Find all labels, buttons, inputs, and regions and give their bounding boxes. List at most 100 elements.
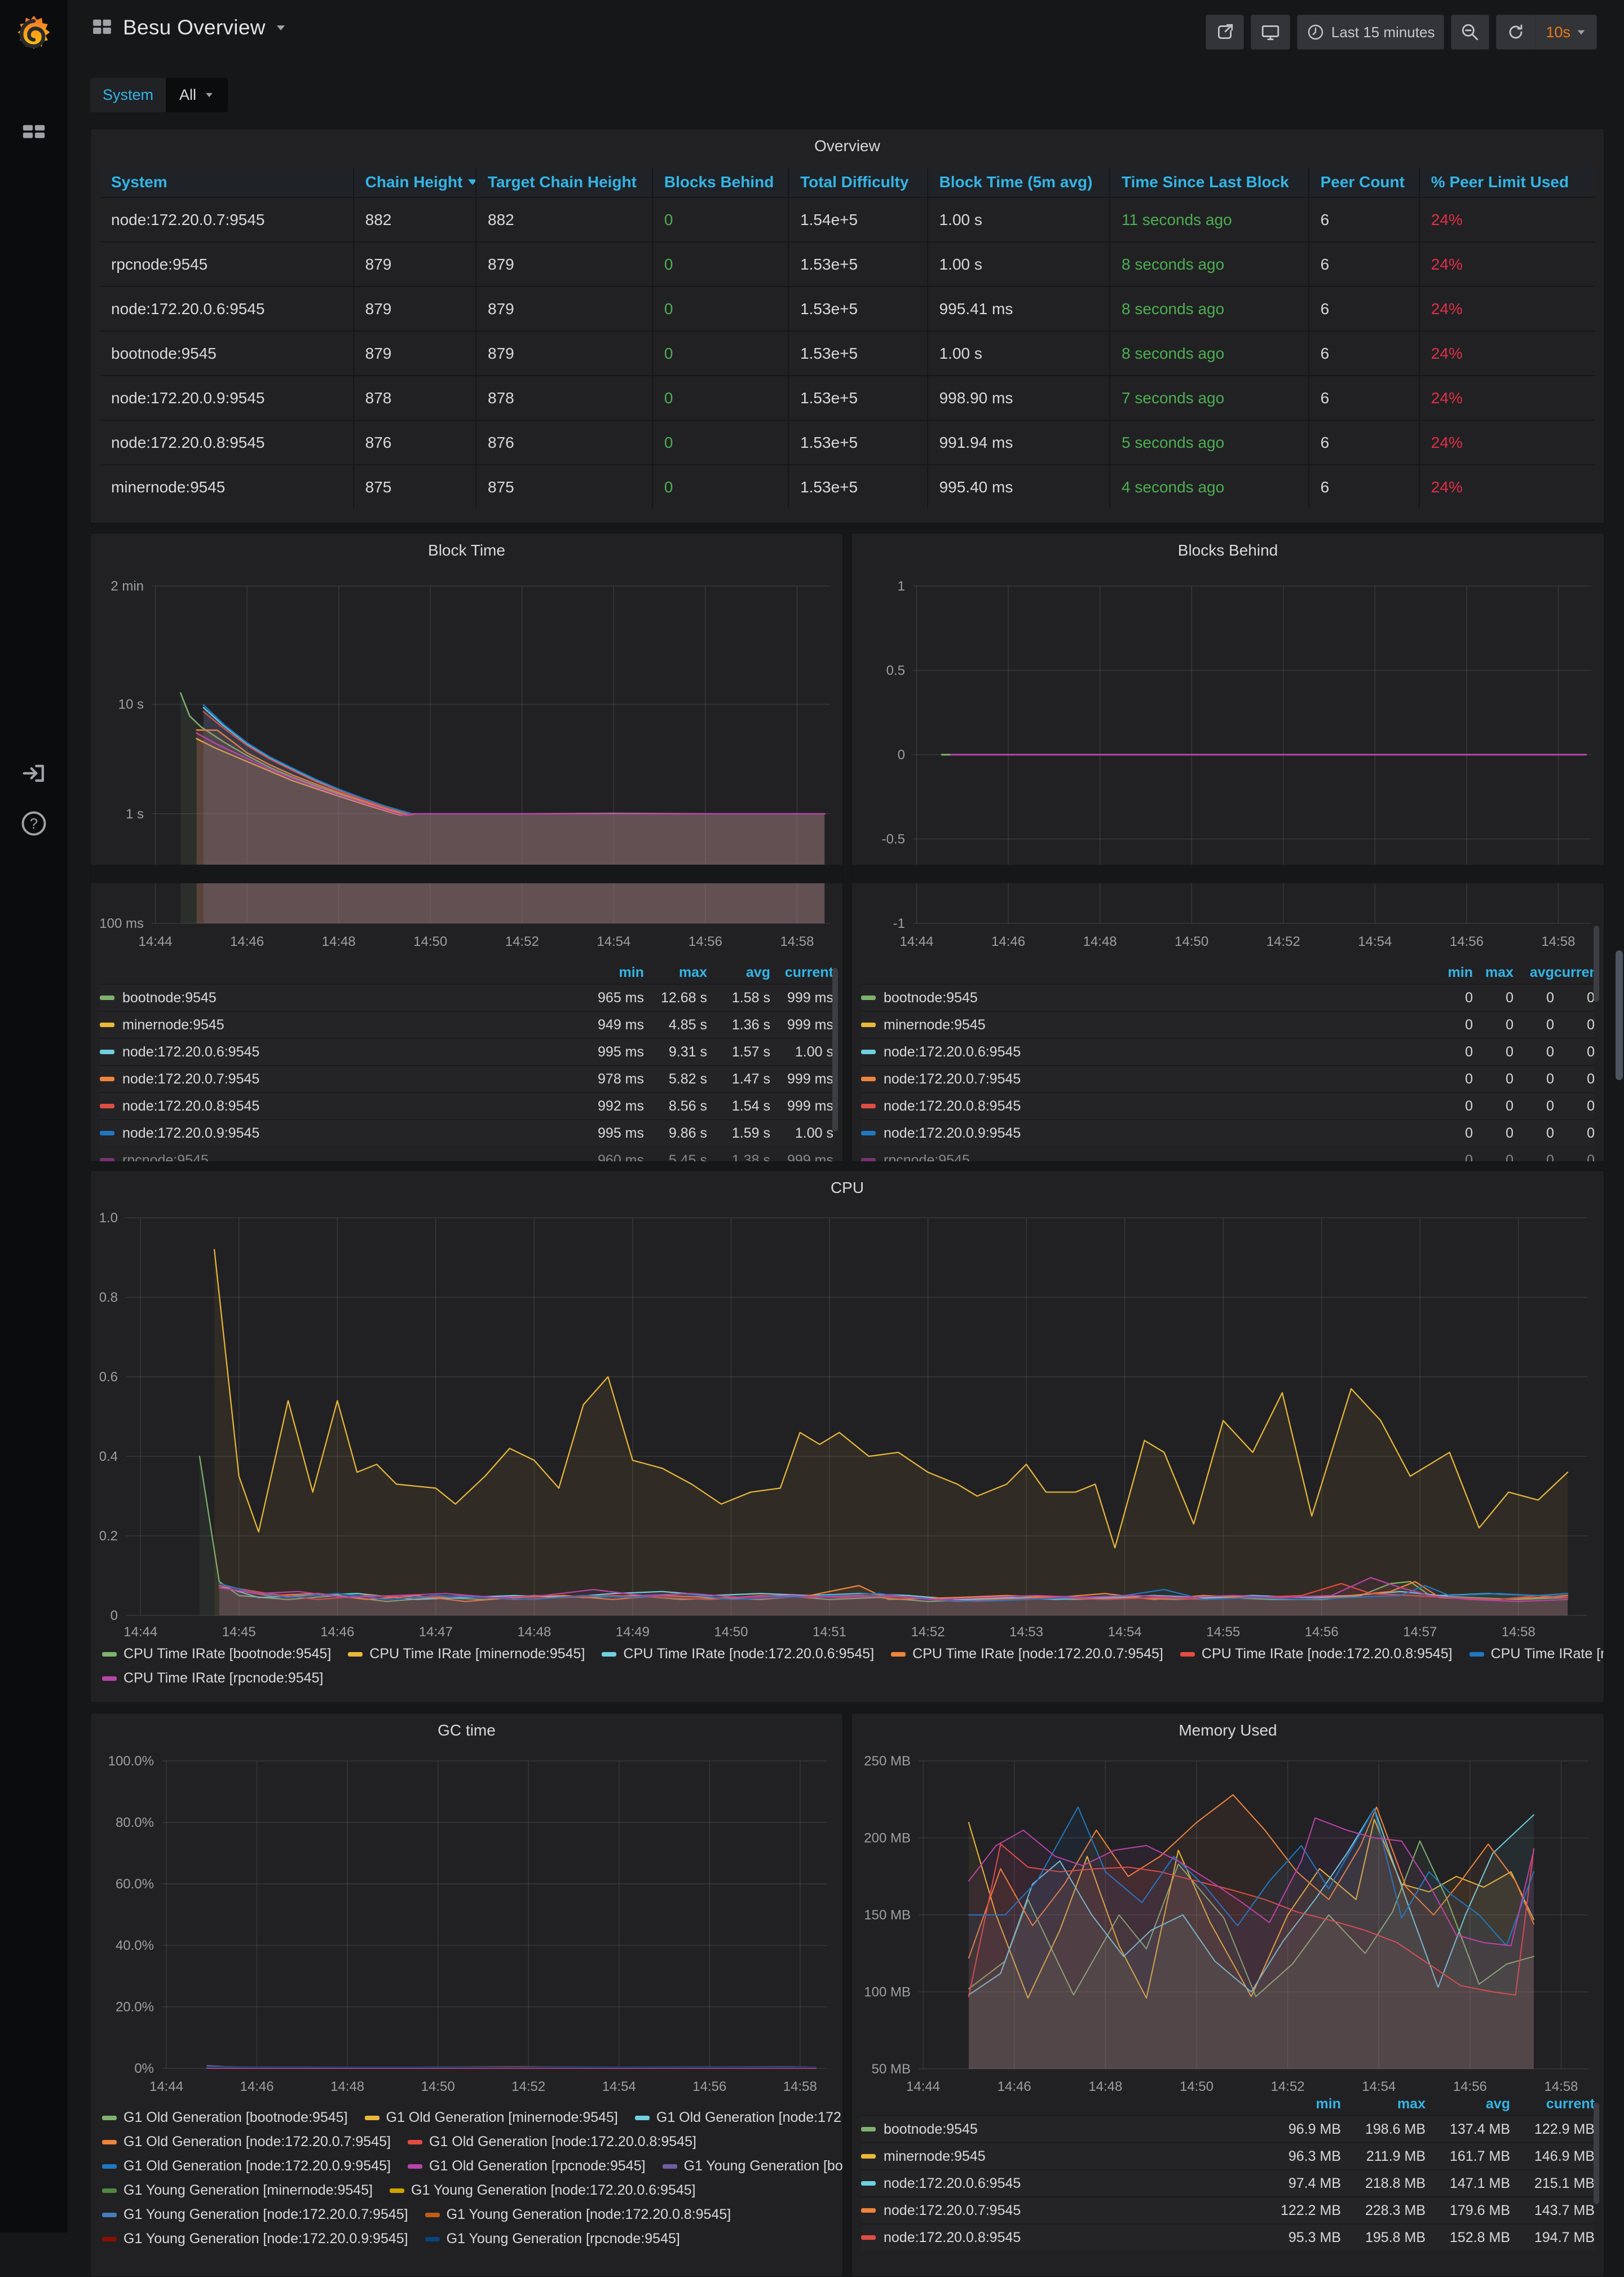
panel-title[interactable]: Blocks Behind [852, 541, 1604, 560]
legend-series-toggle[interactable]: G1 Old Generation [node:172.20.0.9:9545] [102, 2158, 391, 2174]
grafana-logo[interactable] [12, 12, 55, 58]
legend-series-toggle[interactable]: G1 Old Generation [rpcnode:9545] [408, 2158, 646, 2174]
panel-title[interactable]: Overview [91, 137, 1604, 155]
legend-series-name[interactable]: bootnode:9545 [884, 2121, 978, 2138]
legend-series-toggle[interactable]: CPU Time IRate [bootnode:9545] [102, 1646, 331, 1662]
variable-value-dropdown[interactable]: All [166, 78, 228, 112]
series-color-swatch[interactable] [861, 2235, 876, 2240]
scrollbar-thumb[interactable] [1594, 926, 1599, 1002]
series-color-swatch[interactable] [365, 2116, 379, 2120]
legend-series-name[interactable]: minernode:9545 [884, 1017, 986, 1033]
series-color-swatch[interactable] [102, 2188, 117, 2193]
legend-series-name[interactable]: node:172.20.0.9:9545 [884, 1125, 1021, 1142]
legend-series-toggle[interactable]: minernode:9545 [861, 2148, 1256, 2165]
legend-series-toggle[interactable]: G1 Young Generation [node:172.20.0.8:954… [425, 2206, 731, 2223]
panel-title[interactable]: GC time [91, 1721, 842, 1739]
legend-series-toggle[interactable]: CPU Time IRate [node:172.20.0.7:9545] [891, 1646, 1163, 1662]
series-color-swatch[interactable] [425, 2237, 440, 2241]
legend-series-toggle[interactable]: G1 Young Generation [node:172.20.0.9:954… [102, 2231, 408, 2247]
series-color-swatch[interactable] [861, 1104, 876, 1108]
legend-series-name[interactable]: rpcnode:9545 [884, 1152, 970, 1162]
column-header[interactable]: Target Chain Height [476, 168, 653, 197]
legend-series-toggle[interactable]: G1 Old Generation [bootnode:9545] [102, 2109, 348, 2126]
legend-series-toggle[interactable]: G1 Young Generation [minernode:9545] [102, 2182, 373, 2199]
legend-series-toggle[interactable]: G1 Young Generation [node:172.20.0.6:954… [390, 2182, 696, 2199]
panel-title[interactable]: Memory Used [852, 1721, 1604, 1739]
series-color-swatch[interactable] [861, 2154, 876, 2159]
legend-series-name[interactable]: node:172.20.0.6:9545 [884, 2175, 1021, 2192]
column-header[interactable]: % Peer Limit Used [1420, 168, 1595, 197]
series-color-swatch[interactable] [891, 1652, 906, 1657]
legend-series-name[interactable]: node:172.20.0.7:9545 [884, 1071, 1021, 1087]
legend-series-toggle[interactable]: node:172.20.0.8:9545 [861, 1098, 1432, 1115]
series-color-swatch[interactable] [861, 1131, 876, 1135]
column-header[interactable]: System [100, 168, 354, 197]
legend-series-toggle[interactable]: CPU Time IRate [node:172.20.0.8:9545] [1180, 1646, 1453, 1662]
series-color-swatch[interactable] [102, 2116, 117, 2120]
legend-series-toggle[interactable]: node:172.20.0.8:9545 [100, 1098, 581, 1115]
legend-series-name[interactable]: bootnode:9545 [122, 990, 217, 1006]
tv-mode-button[interactable] [1251, 15, 1290, 50]
series-color-swatch[interactable] [425, 2213, 440, 2217]
legend-series-name[interactable]: node:172.20.0.6:9545 [884, 1044, 1021, 1060]
series-color-swatch[interactable] [390, 2188, 404, 2193]
legend-series-name[interactable]: minernode:9545 [884, 2148, 986, 2165]
legend-series-toggle[interactable]: CPU Time IRate [node:172.20.0.6:9545] [602, 1646, 874, 1662]
series-color-swatch[interactable] [100, 1131, 114, 1135]
column-header[interactable]: Blocks Behind [653, 168, 789, 197]
series-color-swatch[interactable] [100, 1077, 114, 1081]
legend-series-toggle[interactable]: G1 Old Generation [node:172.20.0.7:9545] [102, 2134, 391, 2150]
legend-sort-max[interactable]: max [1473, 964, 1513, 981]
column-header[interactable]: Chain Height [354, 168, 476, 197]
series-color-swatch[interactable] [102, 1652, 117, 1657]
legend-series-toggle[interactable]: G1 Old Generation [node:172.20.0.6:9545] [635, 2109, 843, 2126]
series-color-swatch[interactable] [602, 1652, 616, 1657]
cpu-chart[interactable]: 1.00.80.60.40.2014:4414:4514:4614:4714:4… [100, 1202, 1596, 1648]
legend-series-toggle[interactable]: G1 Young Generation [node:172.20.0.7:954… [102, 2206, 408, 2223]
series-color-swatch[interactable] [408, 2164, 422, 2169]
legend-series-toggle[interactable]: CPU Time IRate [node:172.20.0.9:9545] [1469, 1646, 1604, 1662]
legend-series-toggle[interactable]: bootnode:9545 [861, 990, 1432, 1006]
column-header[interactable]: Peer Count [1309, 168, 1420, 197]
legend-series-toggle[interactable]: node:172.20.0.8:9545 [861, 2230, 1256, 2246]
series-color-swatch[interactable] [102, 1676, 117, 1681]
series-color-swatch[interactable] [861, 2127, 876, 2131]
scrollbar-thumb[interactable] [832, 968, 838, 1131]
legend-series-toggle[interactable]: node:172.20.0.7:9545 [100, 1071, 581, 1087]
time-range-picker[interactable]: Last 15 minutes [1297, 15, 1445, 50]
legend-series-toggle[interactable]: rpcnode:9545 [861, 1152, 1432, 1162]
memory-chart[interactable]: 250 MB200 MB150 MB100 MB50 MB14:4414:461… [861, 1745, 1596, 2106]
series-color-swatch[interactable] [100, 1023, 114, 1027]
column-header[interactable]: Time Since Last Block [1110, 168, 1309, 197]
legend-series-name[interactable]: node:172.20.0.8:9545 [884, 2230, 1021, 2246]
series-color-swatch[interactable] [635, 2116, 650, 2120]
page-scrollbar-thumb[interactable] [1616, 950, 1623, 1080]
series-color-swatch[interactable] [102, 2213, 117, 2217]
legend-series-toggle[interactable]: G1 Young Generation [rpcnode:9545] [425, 2231, 680, 2247]
legend-series-toggle[interactable]: node:172.20.0.9:9545 [861, 1125, 1432, 1142]
block-time-chart[interactable]: 2 min10 s1 s100 ms14:4414:4614:4814:5014… [100, 565, 835, 959]
series-color-swatch[interactable] [1469, 1652, 1484, 1657]
legend-series-name[interactable]: node:172.20.0.7:9545 [122, 1071, 259, 1087]
legend-series-name[interactable]: rpcnode:9545 [122, 1152, 209, 1162]
zoom-out-button[interactable] [1451, 15, 1489, 50]
legend-sort-min[interactable]: min [581, 964, 644, 981]
legend-series-toggle[interactable]: bootnode:9545 [100, 990, 581, 1006]
series-color-swatch[interactable] [102, 2140, 117, 2144]
legend-sort-max[interactable]: max [644, 964, 707, 981]
series-color-swatch[interactable] [861, 996, 876, 1000]
series-color-swatch[interactable] [102, 2237, 117, 2241]
series-color-swatch[interactable] [861, 1077, 876, 1081]
series-color-swatch[interactable] [861, 2181, 876, 2186]
legend-series-toggle[interactable]: node:172.20.0.9:9545 [100, 1125, 581, 1142]
series-color-swatch[interactable] [861, 1050, 876, 1054]
series-color-swatch[interactable] [861, 2208, 876, 2213]
legend-series-name[interactable]: node:172.20.0.7:9545 [884, 2203, 1021, 2219]
legend-series-toggle[interactable]: G1 Young Generation [bootnode:9545] [663, 2158, 843, 2174]
legend-series-toggle[interactable]: G1 Old Generation [node:172.20.0.8:9545] [408, 2134, 696, 2150]
series-color-swatch[interactable] [102, 2164, 117, 2169]
series-color-swatch[interactable] [1180, 1652, 1195, 1657]
blocks-behind-chart[interactable]: 10.50-0.5-114:4414:4614:4814:5014:5214:5… [861, 565, 1596, 959]
legend-series-toggle[interactable]: node:172.20.0.7:9545 [861, 2203, 1256, 2219]
legend-sort-current[interactable]: current [1554, 964, 1595, 981]
